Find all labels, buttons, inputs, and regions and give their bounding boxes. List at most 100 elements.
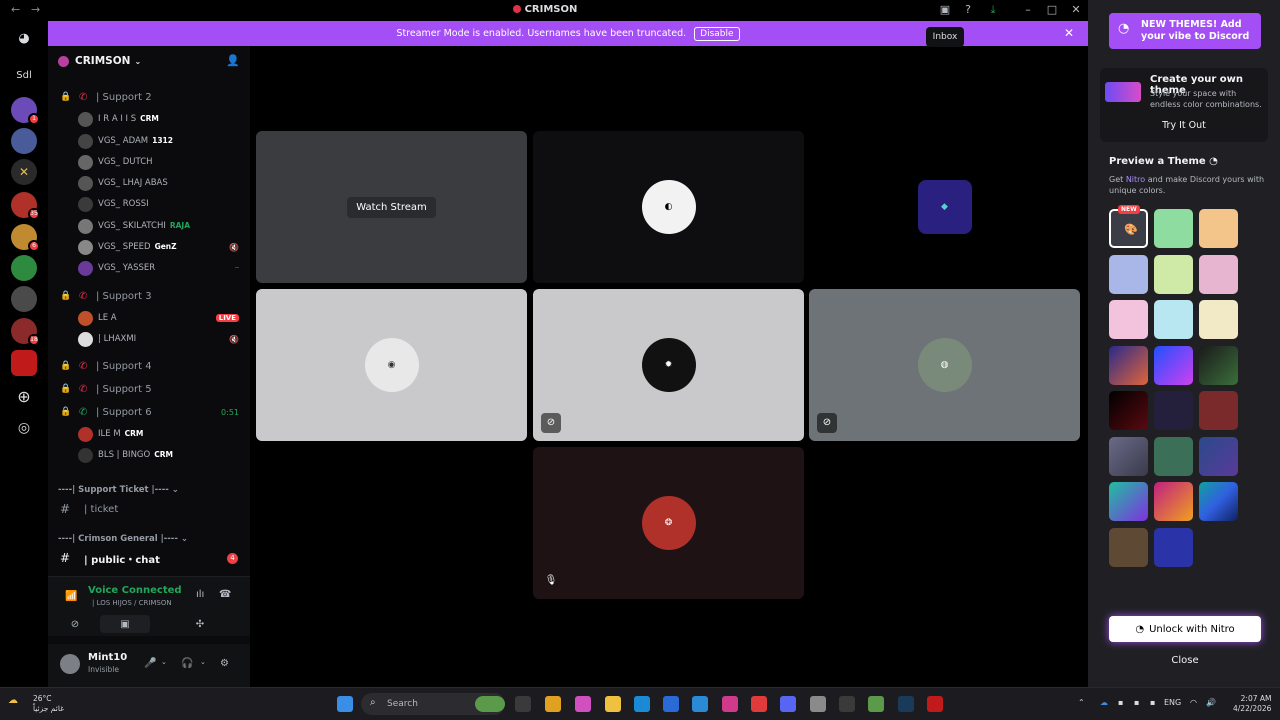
close-banner-icon[interactable]: ✕ [1064, 26, 1074, 40]
tray-chevron-icon[interactable]: ⌃ [1078, 698, 1085, 707]
task-view-icon[interactable] [515, 696, 531, 712]
system-clock[interactable]: 2:07 AM 4/22/2026 [1233, 694, 1271, 714]
tray-app-icon[interactable]: ▪ [1118, 698, 1123, 707]
text-channel-public-chat[interactable]: # | public・chat 4 [48, 548, 250, 568]
disable-streamer-mode-button[interactable]: Disable [694, 26, 740, 41]
server-icon-5[interactable]: 6 [11, 224, 40, 252]
watch-stream-button[interactable]: Watch Stream [347, 196, 436, 218]
voice-member[interactable]: VGS_ SPEED GenZ 🔇 [48, 237, 250, 257]
server-sdl[interactable]: Sdl [11, 62, 37, 88]
volume-icon[interactable]: 🔊 [1206, 698, 1216, 707]
add-server-icon[interactable]: ⊕ [11, 383, 37, 409]
voice-channel-support4[interactable]: 🔒 ✆ | Support 4 [48, 356, 250, 376]
file-explorer-icon[interactable] [605, 696, 621, 712]
server-icon-9[interactable] [11, 350, 37, 376]
category-crimson-general[interactable]: ----| Crimson General |---- ⌄ [58, 534, 188, 544]
voice-member[interactable]: VGS_ DUTCH [48, 152, 250, 172]
avatar[interactable] [60, 654, 80, 674]
discord-home-icon[interactable]: ◕ [11, 25, 37, 51]
theme-swatch[interactable] [1109, 346, 1148, 385]
theme-swatch[interactable] [1109, 528, 1148, 567]
minimize-icon[interactable]: – [1021, 3, 1035, 17]
microphone-icon[interactable]: 🎤 [144, 658, 156, 669]
discord-taskbar-icon[interactable] [780, 696, 796, 712]
store-icon[interactable] [663, 696, 679, 712]
voice-channel-support6[interactable]: 🔒 ✆ | Support 6 0:51 [48, 402, 250, 422]
theme-swatch[interactable] [1199, 255, 1238, 294]
voice-channel-support3[interactable]: 🔒 ✆ | Support 3 [48, 286, 250, 306]
signal-icon[interactable]: 📶 [65, 591, 77, 602]
voice-member[interactable]: I R A I I S CRM [48, 109, 250, 129]
stream-tile[interactable]: Watch Stream [256, 131, 527, 283]
voice-member[interactable]: VGS_ SKILATCHI RAJA [48, 216, 250, 236]
voice-member[interactable]: ILE M CRM [48, 424, 250, 444]
theme-swatch[interactable] [1199, 437, 1238, 476]
activities-button[interactable]: ✣ [175, 615, 225, 633]
screen-share-button[interactable]: ▣ [100, 615, 150, 633]
voice-channel-support5[interactable]: 🔒 ✆ | Support 5 [48, 379, 250, 399]
headphones-icon[interactable]: 🎧 [181, 658, 193, 669]
theme-swatch[interactable] [1154, 528, 1193, 567]
onedrive-icon[interactable]: ☁ [1100, 698, 1108, 707]
noise-suppression-icon[interactable]: ılı [196, 589, 204, 600]
server-icon-2[interactable] [11, 128, 37, 154]
voice-status[interactable]: Voice Connected [88, 585, 182, 596]
app-icon[interactable] [868, 696, 884, 712]
app-icon[interactable] [927, 696, 943, 712]
participant-tile[interactable]: ✹ ⊘ [533, 289, 804, 441]
help-icon[interactable]: ? [961, 3, 975, 17]
voice-member[interactable]: VGS_ YASSER ⎯ [48, 258, 250, 278]
app-icon[interactable] [545, 696, 561, 712]
participant-tile[interactable]: ◍ ⊘ [809, 289, 1080, 441]
add-member-icon[interactable]: 👤 [226, 54, 240, 67]
server-icon-4[interactable]: 35 [11, 192, 40, 220]
new-themes-promo[interactable]: ◔ NEW THEMES! Add your vibe to Discord [1109, 13, 1261, 49]
theme-swatch[interactable] [1154, 346, 1193, 385]
theme-swatch[interactable] [1109, 391, 1148, 430]
unlock-with-nitro-button[interactable]: ◔ Unlock with Nitro [1109, 616, 1261, 642]
edge-icon[interactable] [634, 696, 650, 712]
participant-tile[interactable]: ❂ 🎙 [533, 447, 804, 599]
participant-tile[interactable]: ◆ [809, 131, 1080, 283]
voice-member[interactable]: VGS_ ADAM 1312 [48, 131, 250, 151]
voice-member[interactable]: VGS_ LHAJ ABAS [48, 173, 250, 193]
outlook-icon[interactable] [692, 696, 708, 712]
server-icon-1[interactable]: 1 [11, 97, 40, 125]
copilot-icon[interactable] [575, 696, 591, 712]
start-icon[interactable] [337, 696, 353, 712]
voice-member[interactable]: | LHAXMI 🔇 [48, 329, 250, 349]
discover-icon[interactable]: ◎ [11, 415, 37, 441]
try-it-out-button[interactable]: Try It Out [1100, 120, 1268, 131]
server-icon-8[interactable]: 18 [11, 318, 40, 346]
voice-member[interactable]: BLS | BINGO CRM [48, 445, 250, 465]
maximize-icon[interactable]: □ [1045, 3, 1059, 17]
theme-swatch[interactable] [1199, 482, 1238, 521]
theme-swatch[interactable] [1154, 482, 1193, 521]
settings-taskbar-icon[interactable] [810, 696, 826, 712]
camera-button[interactable]: ⊘ [50, 615, 100, 633]
theme-swatch[interactable]: NEW 🎨 [1109, 205, 1148, 248]
theme-swatch[interactable] [1199, 346, 1238, 385]
theme-swatch[interactable] [1109, 300, 1148, 339]
server-header[interactable]: CRIMSON ⌄ 👤 [48, 46, 250, 76]
theme-swatch[interactable] [1154, 209, 1193, 248]
instagram-icon[interactable] [722, 696, 738, 712]
server-icon-3[interactable]: ✕ [11, 159, 37, 185]
chevron-down-icon[interactable]: ⌄ [161, 658, 167, 666]
theme-swatch[interactable] [1199, 300, 1238, 339]
nitro-link[interactable]: Nitro [1126, 175, 1145, 184]
theme-swatch[interactable] [1199, 209, 1238, 248]
category-support-ticket[interactable]: ----| Support Ticket |---- ⌄ [58, 485, 179, 495]
disconnect-icon[interactable]: ☎ [219, 589, 231, 600]
voice-channel-support2[interactable]: 🔒 ✆ | Support 2 [48, 87, 250, 107]
theme-swatch[interactable] [1154, 300, 1193, 339]
text-channel-ticket[interactable]: # | ticket [48, 499, 250, 519]
theme-swatch[interactable] [1154, 437, 1193, 476]
inbox-icon[interactable]: ▣ [938, 3, 952, 17]
steam-icon[interactable] [898, 696, 914, 712]
tray-app-icon[interactable]: ▪ [1150, 698, 1155, 707]
app-icon[interactable] [839, 696, 855, 712]
close-button[interactable]: Close [1109, 655, 1261, 673]
theme-swatch[interactable] [1199, 391, 1238, 430]
download-icon[interactable]: ⤓ [986, 3, 1000, 17]
